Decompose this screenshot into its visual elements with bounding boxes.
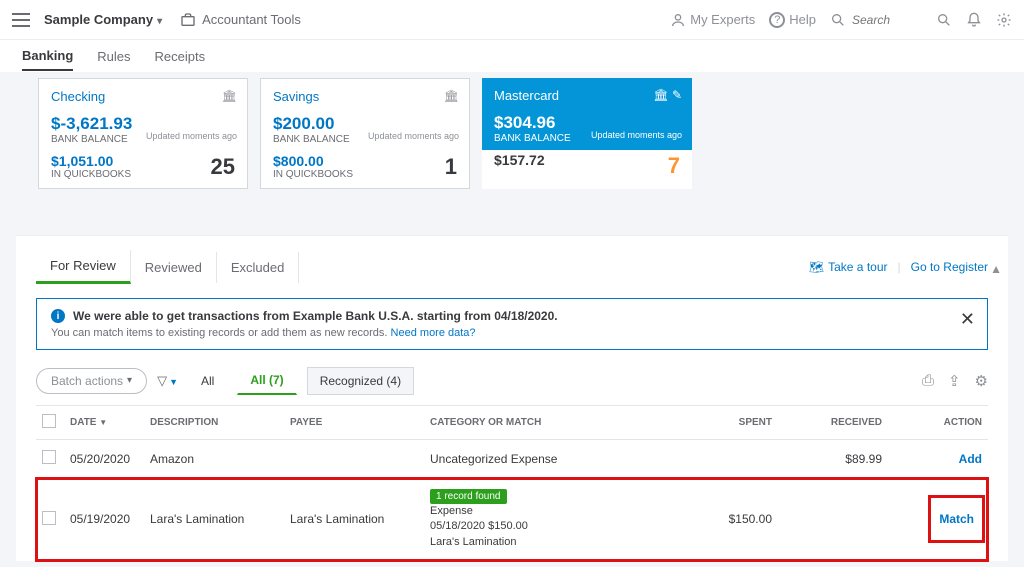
alert-title: We were able to get transactions from Ex… [73, 309, 558, 323]
col-spent[interactable]: SPENT [668, 406, 778, 440]
bank-edit-icon[interactable]: 🏛 ✎ [653, 88, 682, 102]
tab-receipts[interactable]: Receipts [155, 43, 206, 70]
qb-label: IN QUICKBOOKS [273, 169, 353, 180]
cell-desc: Lara's Lamination [144, 478, 284, 561]
select-all-checkbox[interactable] [42, 414, 56, 428]
account-name: Savings [273, 89, 457, 104]
updated-text: Updated moments ago [146, 131, 237, 141]
filter-all-count[interactable]: All (7) [237, 366, 296, 395]
record-found-badge: 1 record found [430, 489, 507, 504]
tx-count: 7 [668, 153, 680, 179]
tab-reviewed[interactable]: Reviewed [131, 252, 217, 283]
accountant-tools[interactable]: Accountant Tools [180, 12, 301, 28]
search-icon [830, 12, 846, 28]
account-name: Checking [51, 89, 235, 104]
sort-icon: ▼ [99, 418, 107, 427]
match-action[interactable]: Match [939, 512, 974, 526]
tab-excluded[interactable]: Excluded [217, 252, 299, 283]
transactions-table: DATE ▼ DESCRIPTION PAYEE CATEGORY OR MAT… [36, 405, 988, 561]
add-action[interactable]: Add [959, 452, 982, 466]
info-alert: i We were able to get transactions from E… [36, 298, 988, 350]
account-card-checking[interactable]: Checking 🏛 $-3,621.93 BANK BALANCE Updat… [38, 78, 248, 189]
cell-received [778, 478, 888, 561]
col-desc[interactable]: DESCRIPTION [144, 406, 284, 440]
search-box[interactable] [830, 12, 922, 28]
info-icon: i [51, 309, 65, 323]
updated-text: Updated moments ago [368, 131, 459, 141]
cell-payee [284, 440, 424, 478]
col-payee[interactable]: PAYEE [284, 406, 424, 440]
cell-desc: Amazon [144, 440, 284, 478]
bank-icon: 🏛 [444, 89, 459, 103]
separator: | [898, 260, 901, 274]
col-received[interactable]: RECEIVED [778, 406, 888, 440]
col-action[interactable]: ACTION [888, 406, 988, 440]
table-row[interactable]: 05/20/2020 Amazon Uncategorized Expense … [36, 440, 988, 478]
tx-count: 25 [211, 154, 235, 180]
go-to-register-link[interactable]: Go to Register [911, 260, 988, 274]
updated-text: Updated moments ago [591, 130, 682, 140]
export-icon[interactable]: ⇪ [948, 372, 961, 390]
account-card-savings[interactable]: Savings 🏛 $200.00 BANK BALANCE Updated m… [260, 78, 470, 189]
filter-recognized[interactable]: Recognized (4) [307, 367, 414, 395]
col-date[interactable]: DATE [70, 417, 96, 428]
qb-balance: $1,051.00 [51, 153, 131, 169]
filter-all[interactable]: All [188, 367, 227, 395]
cell-date: 05/20/2020 [64, 440, 144, 478]
match-payee: Lara's Lamination [430, 535, 662, 550]
match-line: 05/18/2020 $150.00 [430, 519, 662, 534]
close-icon[interactable]: ✕ [960, 309, 975, 330]
filter-icon[interactable]: ▽▼ [157, 373, 178, 389]
match-type: Expense [430, 504, 662, 519]
tab-rules[interactable]: Rules [97, 43, 130, 70]
account-name: Mastercard [494, 88, 680, 103]
company-selector[interactable]: Sample Company ▾ [44, 12, 162, 27]
cell-spent: $150.00 [668, 478, 778, 561]
person-icon [670, 12, 686, 28]
chevron-down-icon: ▾ [157, 16, 162, 27]
help-icon: ? [769, 12, 785, 28]
need-more-data-link[interactable]: Need more data? [391, 327, 476, 339]
accountant-tools-label: Accountant Tools [202, 12, 301, 27]
bell-icon[interactable] [966, 12, 982, 28]
tour-icon: 🗺 [809, 260, 824, 274]
chevron-down-icon: ▾ [127, 375, 132, 386]
cell-category: 1 record found Expense 05/18/2020 $150.0… [424, 478, 668, 561]
cell-received: $89.99 [778, 440, 888, 478]
row-checkbox[interactable] [42, 450, 56, 464]
help-label: Help [789, 12, 816, 27]
qb-label: IN QUICKBOOKS [51, 169, 131, 180]
help[interactable]: ? Help [769, 12, 816, 28]
alert-subtitle: You can match items to existing records … [51, 327, 387, 339]
settings-icon[interactable]: ⚙ [975, 372, 988, 390]
my-experts-label: My Experts [690, 12, 755, 27]
gear-icon[interactable] [996, 12, 1012, 28]
print-icon[interactable]: ⎙ [922, 372, 934, 390]
table-row[interactable]: 05/19/2020 Lara's Lamination Lara's Lami… [36, 478, 988, 561]
company-name: Sample Company [44, 12, 153, 27]
briefcase-icon [180, 12, 196, 28]
cell-category: Uncategorized Expense [424, 440, 668, 478]
search-input[interactable] [852, 13, 922, 27]
cell-spent [668, 440, 778, 478]
cell-date: 05/19/2020 [64, 478, 144, 561]
take-tour-link[interactable]: 🗺Take a tour [809, 260, 888, 274]
search-submit-icon[interactable] [936, 12, 952, 28]
bank-icon: 🏛 [222, 89, 237, 103]
my-experts[interactable]: My Experts [670, 12, 755, 28]
qb-balance: $157.72 [494, 152, 574, 168]
qb-label: IN QUICKBOOKS [494, 168, 574, 179]
tx-count: 1 [445, 154, 457, 180]
account-card-mastercard[interactable]: Mastercard 🏛 ✎ $304.96 BANK BALANCE Upda… [482, 78, 692, 189]
col-category[interactable]: CATEGORY OR MATCH [424, 406, 668, 440]
tab-banking[interactable]: Banking [22, 42, 73, 71]
menu-icon[interactable] [12, 13, 30, 27]
batch-actions-button[interactable]: Batch actions ▾ [36, 368, 147, 394]
row-checkbox[interactable] [42, 511, 56, 525]
qb-balance: $800.00 [273, 153, 353, 169]
tab-for-review[interactable]: For Review [36, 250, 131, 284]
cell-payee: Lara's Lamination [284, 478, 424, 561]
